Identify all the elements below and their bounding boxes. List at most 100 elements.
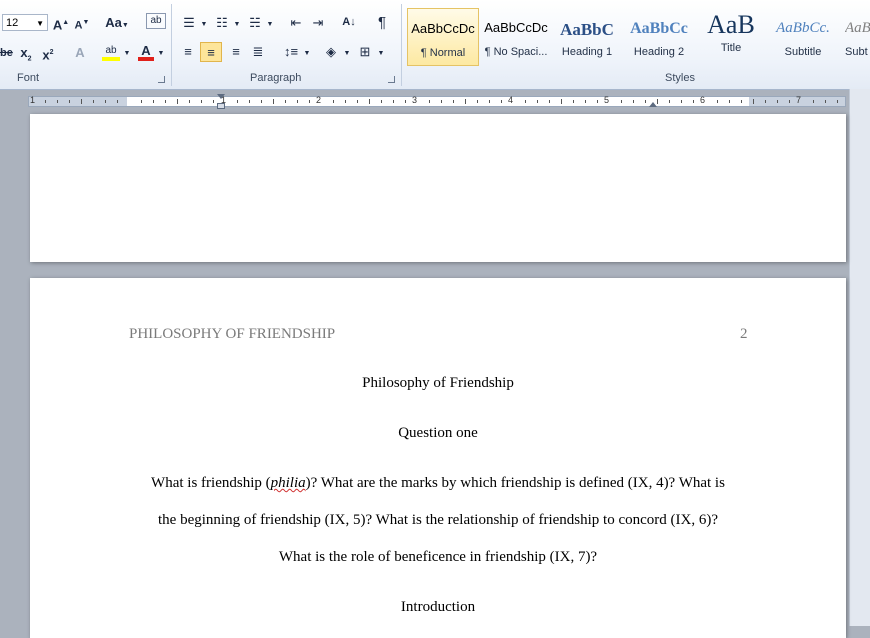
style-title[interactable]: AaB Title	[695, 8, 767, 66]
chevron-down-icon[interactable]: ▼	[343, 46, 351, 62]
ruler-tick	[429, 100, 430, 103]
multilevel-list-icon[interactable]: ☵	[246, 15, 264, 31]
chevron-down-icon[interactable]: ▼	[303, 46, 311, 62]
ruler-tick	[693, 100, 694, 103]
font-color-icon[interactable]: A	[138, 43, 154, 61]
decrease-indent-icon[interactable]: ⇤	[288, 15, 304, 31]
bullets-icon[interactable]: ☰	[180, 15, 198, 31]
chevron-down-icon[interactable]: ▼	[200, 17, 208, 33]
chevron-down-icon[interactable]: ▼	[157, 46, 165, 62]
ruler-tick	[273, 99, 274, 104]
numbering-icon[interactable]: ☷	[213, 15, 231, 31]
chevron-down-icon[interactable]: ▼	[233, 17, 241, 33]
right-indent-marker[interactable]	[649, 102, 657, 107]
font-size-combo[interactable]: 12 ▼	[2, 14, 48, 31]
change-case-button[interactable]: Aa▼	[104, 15, 130, 34]
ruler-tick	[681, 100, 682, 103]
chevron-down-icon[interactable]: ▼	[123, 46, 131, 62]
ruler-tick	[381, 100, 382, 103]
left-indent-marker[interactable]	[217, 103, 225, 109]
ruler-tick	[837, 100, 838, 103]
ruler-tick	[165, 100, 166, 103]
ruler-tick	[405, 100, 406, 103]
style-normal[interactable]: AaBbCcDc ¶ Normal	[407, 8, 479, 66]
style-heading-1[interactable]: AaBbC Heading 1	[551, 8, 623, 66]
ruler-tick	[573, 100, 574, 103]
misspelled-word[interactable]: philia	[271, 475, 306, 491]
ruler-tick	[81, 99, 82, 104]
ruler-number: 3	[412, 95, 418, 105]
ruler-tick	[297, 100, 298, 103]
ruler-tick	[249, 100, 250, 103]
ruler-tick	[729, 100, 730, 103]
style-preview: AaBbCcDc	[411, 21, 475, 36]
group-separator	[401, 4, 402, 86]
vertical-scrollbar[interactable]	[849, 89, 870, 626]
ribbon: 12 ▼ A▲ A▼ Aa▼ ab be x2 x2 A ab ▼ A ▼ Fo…	[0, 0, 870, 90]
superscript-icon[interactable]: x2	[40, 45, 56, 63]
chevron-down-icon[interactable]: ▼	[377, 46, 385, 62]
ruler-number: 5	[604, 95, 610, 105]
dialog-launcher-icon[interactable]	[158, 76, 165, 83]
ruler-bar: 1 1 2 3 4 5 6 7	[28, 95, 846, 107]
ruler-tick	[213, 100, 214, 103]
shrink-font-icon[interactable]: A▼	[74, 15, 90, 34]
strikethrough-icon[interactable]: be	[0, 45, 13, 61]
increase-indent-icon[interactable]: ⇥	[310, 15, 326, 31]
style-subtle-emphasis[interactable]: AaB Subt	[839, 8, 870, 66]
sort-icon[interactable]: A↓	[340, 14, 358, 30]
group-separator	[171, 4, 172, 86]
style-subtitle[interactable]: AaBbCc. Subtitle	[767, 8, 839, 66]
ruler-tick	[477, 100, 478, 103]
style-heading-2[interactable]: AaBbCc Heading 2	[623, 8, 695, 66]
ruler-left-margin	[29, 97, 127, 106]
ruler-tick	[717, 100, 718, 103]
align-left-icon[interactable]: ≡	[180, 44, 196, 60]
ruler-tick	[105, 100, 106, 103]
ruler-tick	[333, 100, 334, 103]
style-no-spacing[interactable]: AaBbCcDc ¶ No Spaci...	[480, 8, 552, 66]
ruler-tick	[633, 100, 634, 103]
chevron-down-icon: ▼	[36, 19, 44, 28]
text-run: What is friendship (	[151, 475, 271, 491]
paragraph-line: What is friendship (philia)? What are th…	[30, 475, 846, 492]
ruler-tick	[525, 100, 526, 103]
ruler-tick	[741, 100, 742, 103]
ruler-tick	[669, 100, 670, 103]
style-preview: AaBbC	[560, 20, 614, 39]
borders-icon[interactable]: ⊞	[356, 44, 374, 60]
align-right-icon[interactable]: ≡	[228, 44, 244, 60]
line-spacing-icon[interactable]: ↕≡	[282, 44, 300, 60]
horizontal-ruler[interactable]: 1 1 2 3 4 5 6 7	[0, 92, 850, 110]
running-header: PHILOSOPHY OF FRIENDSHIP	[129, 326, 336, 342]
ruler-tick	[597, 100, 598, 103]
show-formatting-icon[interactable]: ¶	[374, 15, 390, 31]
text-effects-icon[interactable]: A	[72, 45, 88, 61]
justify-icon[interactable]: ≣	[250, 44, 266, 60]
clear-formatting-icon[interactable]: ab	[146, 13, 166, 29]
ruler-tick	[189, 100, 190, 103]
align-center-icon[interactable]: ≡	[200, 42, 222, 62]
ruler-tick	[45, 100, 46, 103]
header-page-number: 2	[740, 326, 748, 342]
first-line-indent-marker[interactable]	[217, 94, 225, 99]
ruler-tick	[141, 100, 142, 103]
ruler-tick	[285, 100, 286, 103]
ruler-number: 4	[508, 95, 514, 105]
style-preview: AaBbCcDc	[484, 20, 548, 35]
highlight-icon[interactable]: ab	[102, 43, 120, 61]
shading-icon[interactable]: ◈	[322, 44, 340, 60]
chevron-down-icon[interactable]: ▼	[266, 17, 274, 33]
paragraph-line: the beginning of friendship (IX, 5)? Wha…	[158, 512, 718, 528]
ruler-tick	[549, 100, 550, 103]
style-preview: AaBbCc	[630, 20, 688, 37]
text-run: )? What are the marks by which friendshi…	[305, 475, 725, 491]
ruler-tick	[465, 99, 466, 104]
style-name: Subt	[845, 46, 868, 58]
ruler-tick	[825, 100, 826, 103]
subscript-icon[interactable]: x2	[18, 45, 34, 68]
ruler-number: 2	[316, 95, 322, 105]
ruler-tick	[645, 100, 646, 103]
dialog-launcher-icon[interactable]	[388, 76, 395, 83]
grow-font-icon[interactable]: A▲	[52, 15, 70, 33]
